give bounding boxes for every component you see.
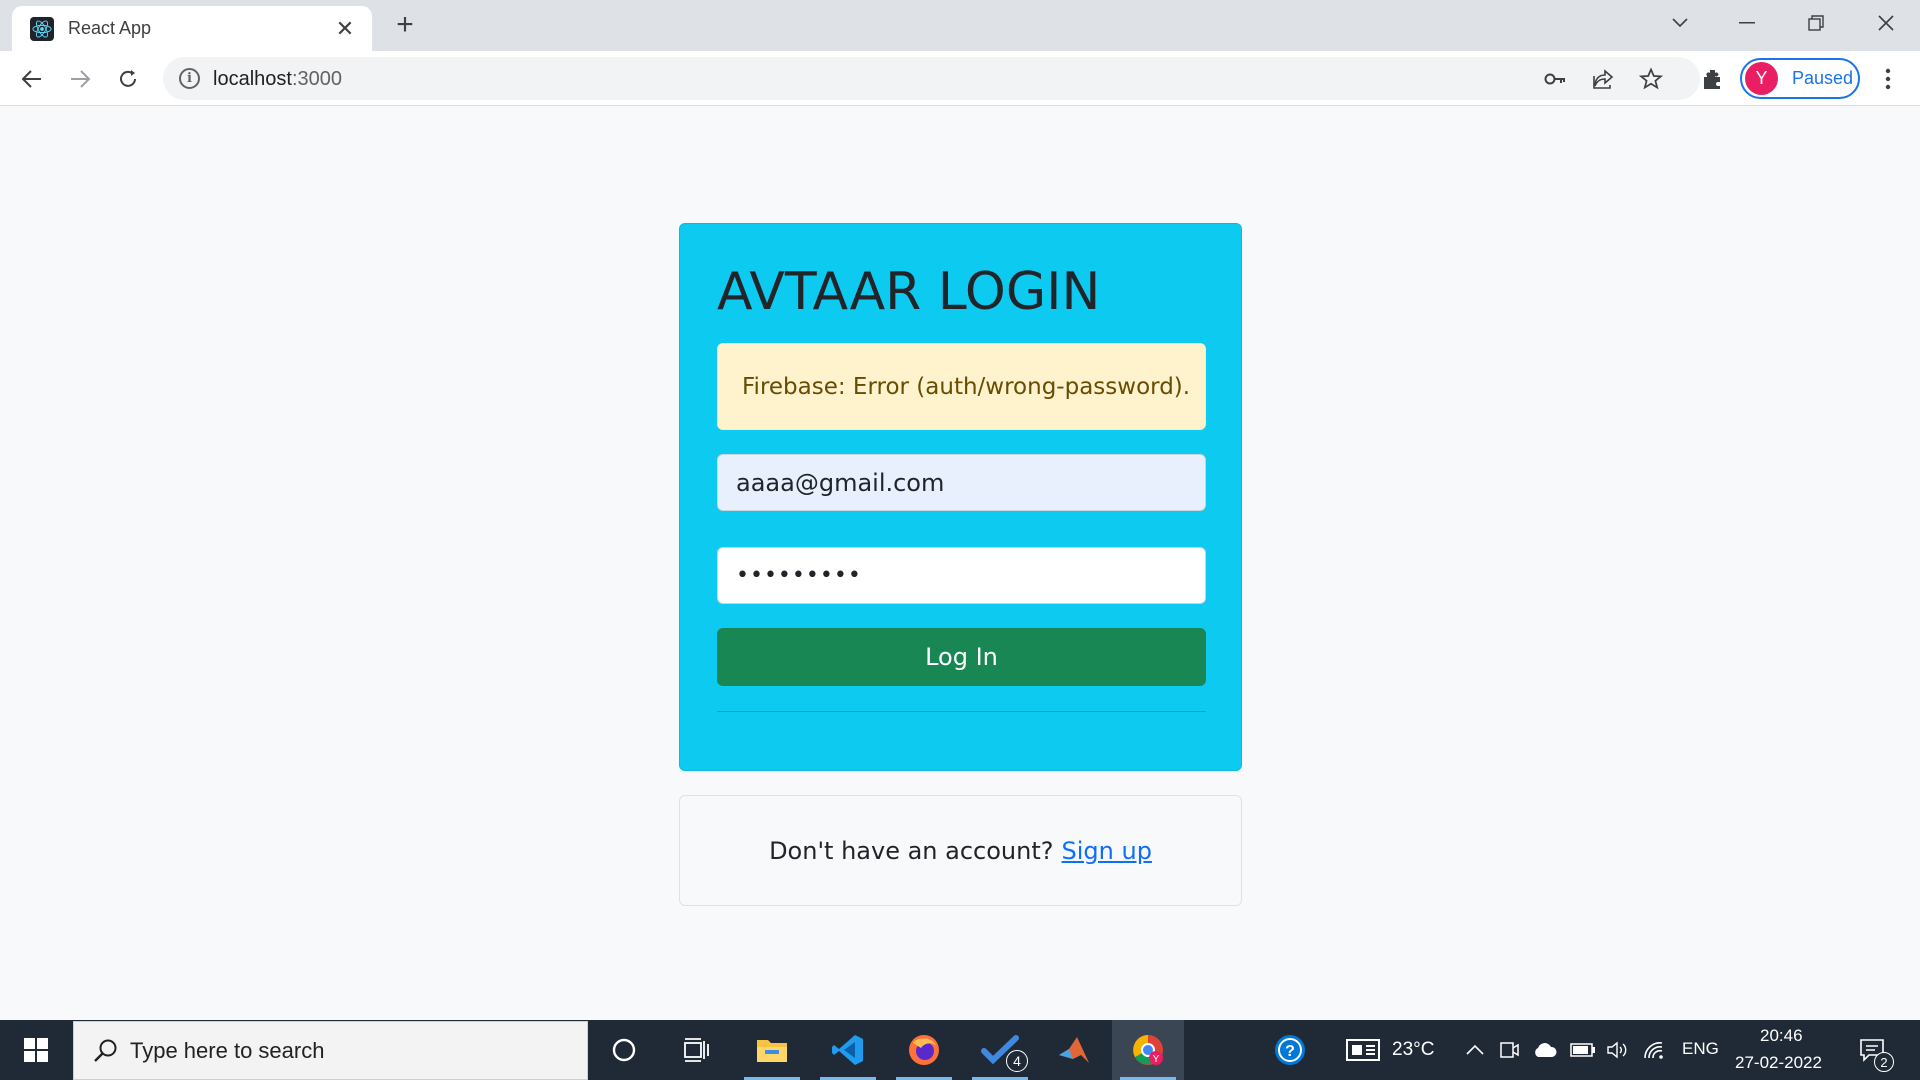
signup-prompt: Don't have an account? <box>769 836 1054 865</box>
taskbar: Type here to search 4 Y ? 23°C ENG 20:46… <box>0 1020 1920 1080</box>
close-window-button[interactable] <box>1866 8 1906 38</box>
password-key-icon[interactable] <box>1543 67 1567 91</box>
cortana-icon[interactable] <box>588 1020 660 1080</box>
help-icon[interactable]: ? <box>1254 1020 1326 1080</box>
onedrive-icon[interactable] <box>1530 1020 1560 1080</box>
tab-title: React App <box>68 18 152 38</box>
vscode-icon[interactable] <box>812 1020 884 1080</box>
forward-button[interactable] <box>64 63 96 95</box>
chrome-icon[interactable]: Y <box>1112 1020 1184 1080</box>
profile-status: Paused <box>1792 68 1854 88</box>
profile-button[interactable]: Y Paused <box>1740 58 1860 99</box>
react-favicon-icon <box>30 16 54 41</box>
signup-link[interactable]: Sign up <box>1062 837 1152 865</box>
search-placeholder: Type here to search <box>130 1037 325 1063</box>
notification-count-badge: 2 <box>1874 1052 1894 1072</box>
menu-kebab-icon[interactable] <box>1872 63 1904 95</box>
page-content: AVTAAR LOGIN Firebase: Error (auth/wrong… <box>0 106 1920 1020</box>
tab-close-icon[interactable]: ✕ <box>332 16 358 42</box>
restore-button[interactable] <box>1796 8 1836 38</box>
firefox-icon[interactable] <box>888 1020 960 1080</box>
tab-search-icon[interactable] <box>1660 8 1700 38</box>
language-indicator[interactable]: ENG <box>1682 1039 1719 1059</box>
todo-icon[interactable]: 4 <box>964 1020 1036 1080</box>
avatar: Y <box>1745 62 1778 95</box>
email-field[interactable]: aaaa@gmail.com <box>717 454 1206 511</box>
clock-date[interactable]: 27-02-2022 <box>1735 1053 1822 1073</box>
site-info-icon[interactable]: i <box>179 68 200 89</box>
svg-text:?: ? <box>1285 1043 1295 1060</box>
news-weather-icon[interactable] <box>1338 1020 1388 1080</box>
signup-card: Don't have an account? Sign up <box>679 795 1242 906</box>
login-button[interactable]: Log In <box>717 628 1206 686</box>
browser-tab[interactable]: React App ✕ <box>12 6 372 51</box>
divider <box>717 711 1206 712</box>
battery-icon[interactable] <box>1568 1020 1598 1080</box>
extensions-icon[interactable] <box>1697 63 1729 95</box>
bookmark-star-icon[interactable] <box>1639 67 1663 91</box>
taskbar-search-input[interactable]: Type here to search <box>73 1021 588 1080</box>
windows-start-icon[interactable] <box>0 1020 72 1080</box>
volume-icon[interactable] <box>1604 1020 1632 1080</box>
address-bar[interactable]: i localhost:3000 <box>163 57 1700 100</box>
password-field[interactable]: ••••••••• <box>717 547 1206 604</box>
login-title: AVTAAR LOGIN <box>717 262 1101 322</box>
show-hidden-icons-chevron-icon[interactable] <box>1462 1020 1488 1080</box>
reload-button[interactable] <box>112 63 144 95</box>
temperature-text: 23°C <box>1392 1039 1435 1060</box>
error-alert: Firebase: Error (auth/wrong-password). <box>717 343 1206 430</box>
share-icon[interactable] <box>1591 67 1615 91</box>
search-icon <box>92 1037 120 1071</box>
notifications-icon[interactable]: 2 <box>1852 1020 1894 1080</box>
browser-toolbar: i localhost:3000 Y Paused <box>0 51 1920 106</box>
url-text: localhost:3000 <box>213 68 342 90</box>
meet-now-icon[interactable] <box>1496 1020 1522 1080</box>
matlab-icon[interactable] <box>1038 1020 1110 1080</box>
file-explorer-icon[interactable] <box>736 1020 808 1080</box>
minimize-button[interactable] <box>1727 8 1767 38</box>
login-card: AVTAAR LOGIN Firebase: Error (auth/wrong… <box>679 223 1242 771</box>
new-tab-button[interactable]: + <box>390 10 420 40</box>
svg-text:Y: Y <box>1153 1054 1160 1065</box>
clock-time[interactable]: 20:46 <box>1760 1026 1803 1046</box>
browser-tabstrip: React App ✕ + <box>0 0 1920 51</box>
task-view-icon[interactable] <box>660 1020 732 1080</box>
wifi-icon[interactable] <box>1640 1020 1668 1080</box>
back-button[interactable] <box>16 63 48 95</box>
todo-badge: 4 <box>1006 1050 1028 1072</box>
